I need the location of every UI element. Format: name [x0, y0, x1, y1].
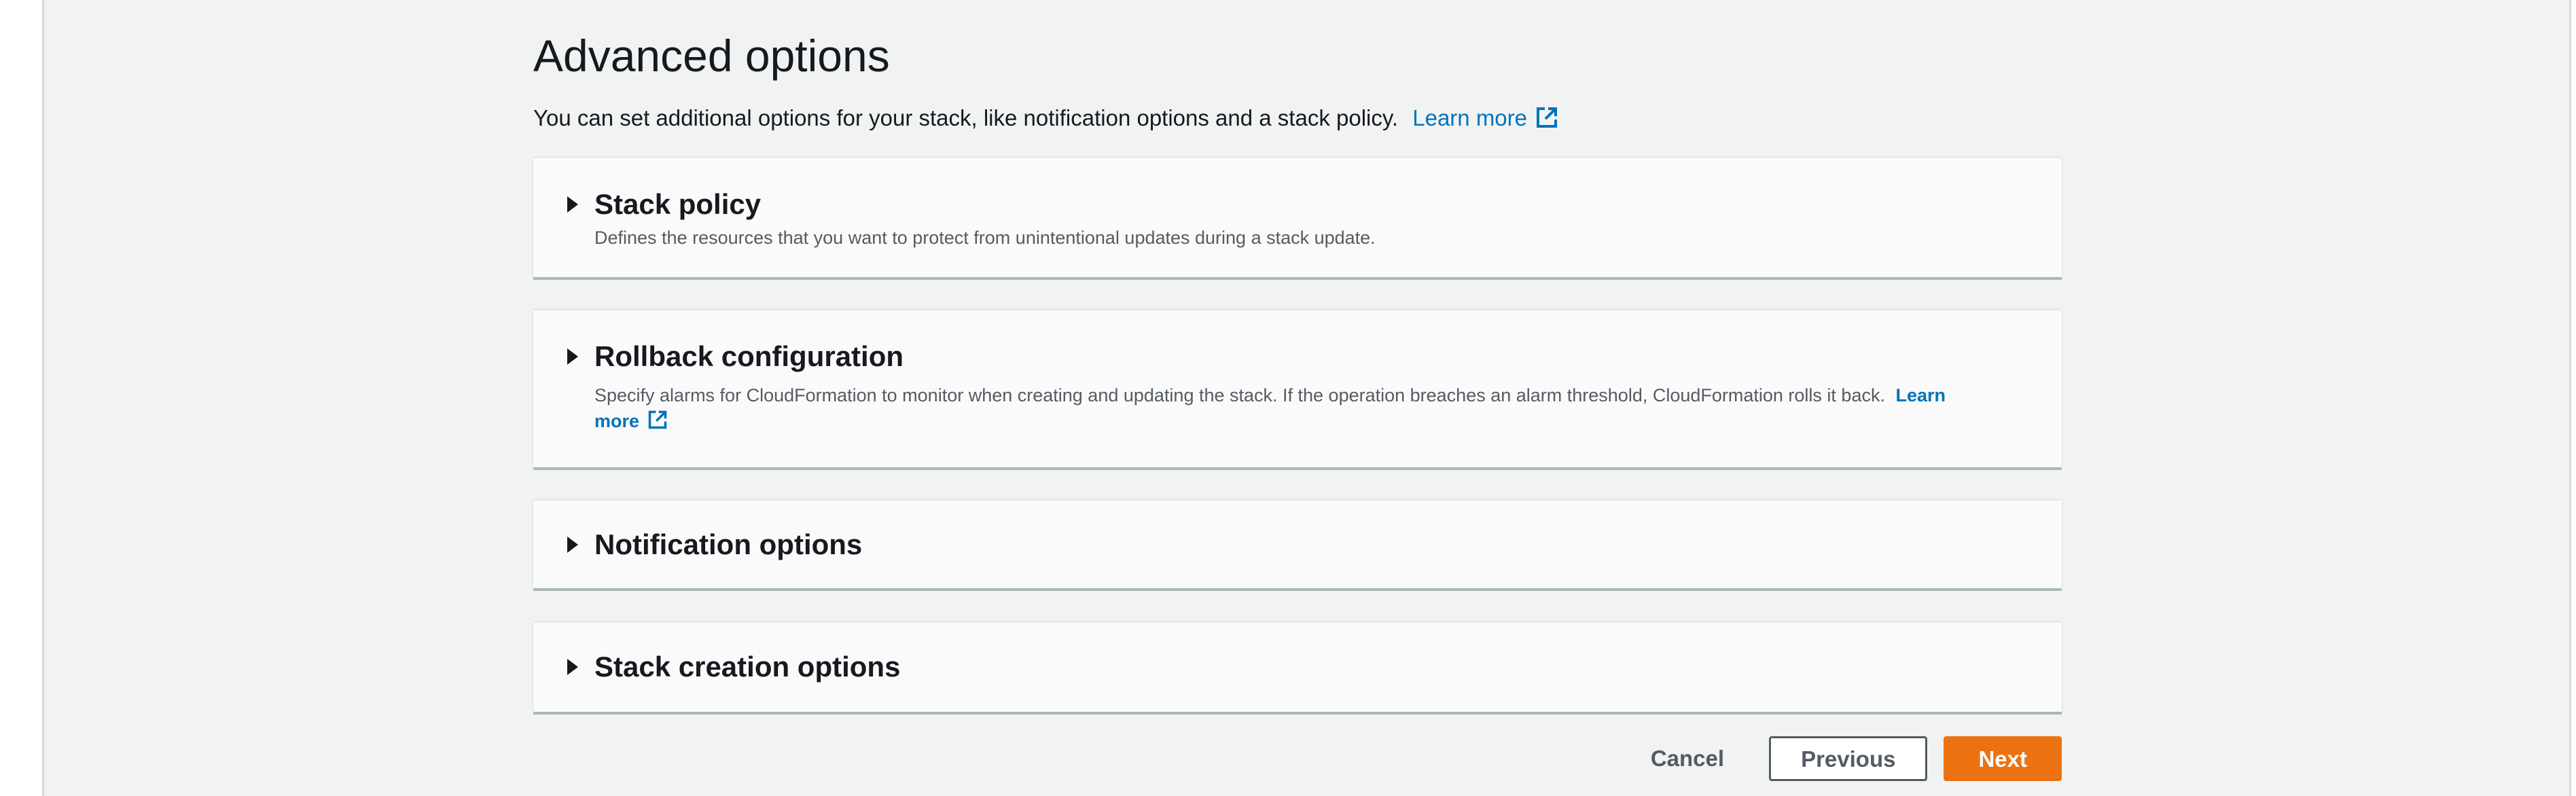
caret-right-icon [567, 196, 578, 213]
left-navigation-rail [0, 0, 44, 796]
cancel-button[interactable]: Cancel [1626, 736, 1749, 781]
stack-creation-options-expand-toggle[interactable]: Stack creation options [567, 648, 900, 686]
learn-more-link[interactable]: Learn more [1412, 105, 1558, 130]
next-button[interactable]: Next [1944, 736, 2062, 781]
stack-policy-panel: Stack policy Defines the resources that … [533, 158, 2062, 277]
previous-button[interactable]: Previous [1769, 736, 1928, 781]
rollback-learn-more-link[interactable]: Learn [1895, 385, 1946, 405]
rollback-configuration-description: Specify alarms for CloudFormation to mon… [594, 382, 2035, 437]
learn-more-label: Learn more [1412, 105, 1528, 130]
stack-policy-expand-toggle[interactable]: Stack policy [567, 185, 761, 223]
stack-policy-title: Stack policy [594, 188, 762, 220]
rollback-learn-label-2: more [594, 411, 640, 431]
rollback-configuration-title: Rollback configuration [594, 340, 904, 372]
rollback-configuration-panel: Rollback configuration Specify alarms fo… [533, 310, 2062, 467]
caret-right-icon [567, 659, 578, 675]
external-link-icon [1535, 105, 1558, 138]
page-title: Advanced options [533, 31, 890, 81]
rollback-description-text: Specify alarms for CloudFormation to mon… [594, 385, 1885, 405]
stack-policy-description: Defines the resources that you want to p… [594, 228, 1376, 248]
notification-options-panel: Notification options [533, 500, 2062, 588]
stack-creation-options-title: Stack creation options [594, 651, 901, 683]
wizard-actions: Cancel Previous Next [1626, 736, 2062, 781]
notification-options-expand-toggle[interactable]: Notification options [567, 526, 862, 564]
rollback-learn-label-1: Learn [1895, 385, 1946, 405]
external-link-icon [647, 410, 668, 437]
page-description-text: You can set additional options for your … [533, 105, 1399, 130]
rollback-configuration-expand-toggle[interactable]: Rollback configuration [567, 338, 904, 376]
notification-options-title: Notification options [594, 528, 863, 560]
rollback-learn-more-link-cont[interactable]: more [594, 410, 668, 431]
page-description: You can set additional options for your … [533, 102, 1558, 138]
scrollbar[interactable] [2569, 0, 2576, 796]
caret-right-icon [567, 348, 578, 365]
caret-right-icon [567, 537, 578, 553]
stack-creation-options-panel: Stack creation options [533, 622, 2062, 712]
